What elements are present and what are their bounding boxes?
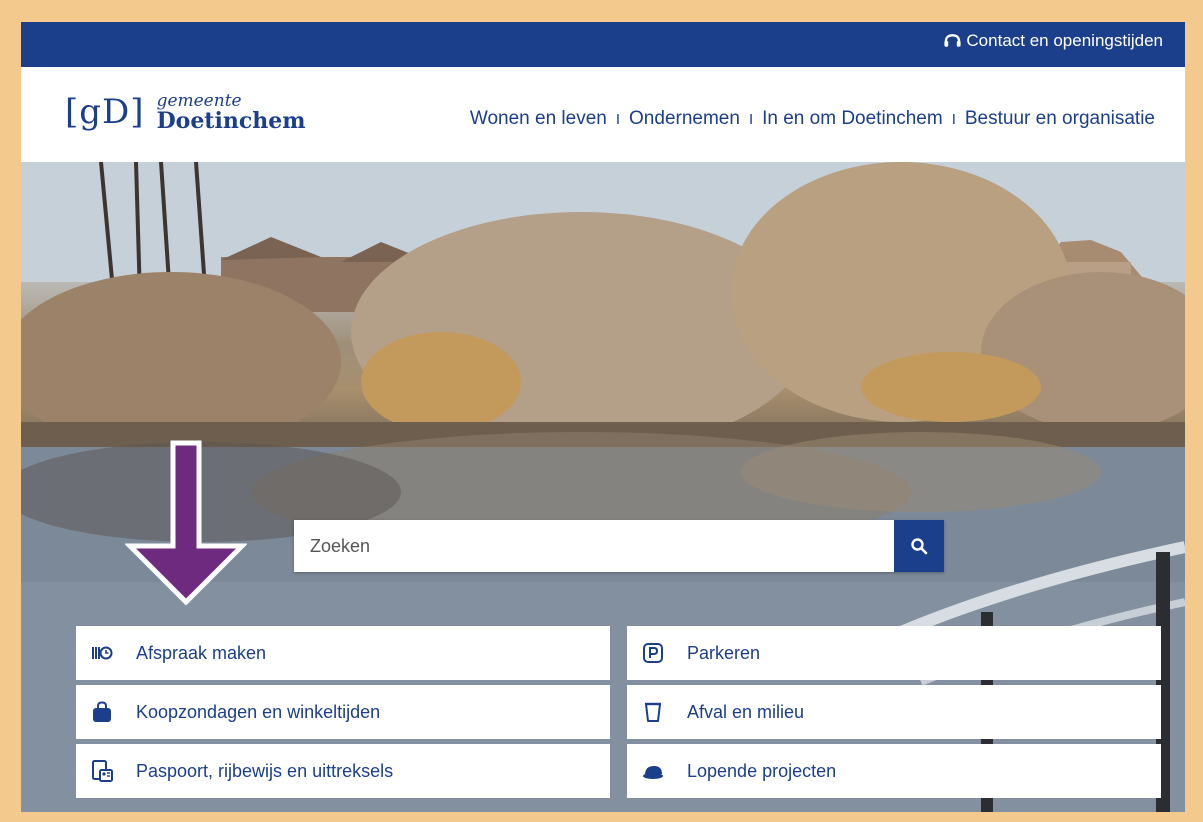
quick-links: Afspraak maken Parkeren Koopzondagen en … <box>76 626 1162 798</box>
browser-page: Contact en openingstijden [gD] gemeente … <box>21 22 1185 812</box>
waste-bin-icon <box>641 700 665 724</box>
logo-wordmark: gemeente Doetinchem <box>156 90 306 134</box>
nav-in-en-om-doetinchem[interactable]: In en om Doetinchem <box>762 108 943 130</box>
quick-link-label: Afval en milieu <box>687 701 805 722</box>
nav-bestuur-en-organisatie[interactable]: Bestuur en organisatie <box>965 108 1155 130</box>
quick-link-label: Koopzondagen en winkeltijden <box>136 701 381 722</box>
quick-link-label: Afspraak maken <box>136 642 267 663</box>
quick-link-koopzondagen[interactable]: Koopzondagen en winkeltijden <box>76 685 610 739</box>
search-bar <box>294 520 944 572</box>
main-navigation: Wonen en leven I Ondernemen I In en om D… <box>470 108 1155 130</box>
appointment-icon <box>90 641 114 665</box>
municipality-logo[interactable]: [gD] gemeente Doetinchem <box>65 92 306 132</box>
logo-line2: Doetinchem <box>156 107 306 134</box>
search-input[interactable] <box>294 520 894 572</box>
quick-link-parkeren[interactable]: Parkeren <box>627 626 1161 680</box>
search-button[interactable] <box>894 520 944 572</box>
quick-link-label: Paspoort, rijbewijs en uittreksels <box>136 760 394 781</box>
annotation-arrow-down <box>125 440 247 605</box>
nav-separator: I <box>951 110 956 128</box>
nav-separator: I <box>748 110 754 128</box>
nav-separator: I <box>615 110 621 128</box>
top-bar: Contact en openingstijden <box>21 22 1185 67</box>
site-header: [gD] gemeente Doetinchem Wonen en leven … <box>21 67 1185 162</box>
search-icon <box>911 538 928 555</box>
contact-label: Contact en openingstijden <box>966 31 1163 50</box>
logo-mark: [gD] <box>65 92 145 132</box>
hard-hat-icon <box>641 759 665 783</box>
quick-link-label: Parkeren <box>687 642 761 663</box>
quick-link-label: Lopende projecten <box>687 760 837 781</box>
hero-image: Afspraak maken Parkeren <box>21 162 1185 812</box>
nav-ondernemen[interactable]: Ondernemen <box>629 108 740 130</box>
parking-icon <box>641 641 665 665</box>
quick-link-afval-en-milieu[interactable]: Afval en milieu <box>627 685 1161 739</box>
headset-icon <box>944 34 961 47</box>
quick-link-afspraak-maken[interactable]: Afspraak maken <box>76 626 610 680</box>
quick-link-paspoort[interactable]: Paspoort, rijbewijs en uittreksels <box>76 744 610 798</box>
shopping-bag-icon <box>90 700 114 724</box>
logo-line1: gemeente <box>156 90 242 111</box>
nav-wonen-en-leven[interactable]: Wonen en leven <box>470 108 607 130</box>
contact-link[interactable]: Contact en openingstijden <box>943 31 1163 51</box>
id-document-icon <box>90 759 114 783</box>
quick-link-lopende-projecten[interactable]: Lopende projecten <box>627 744 1161 798</box>
